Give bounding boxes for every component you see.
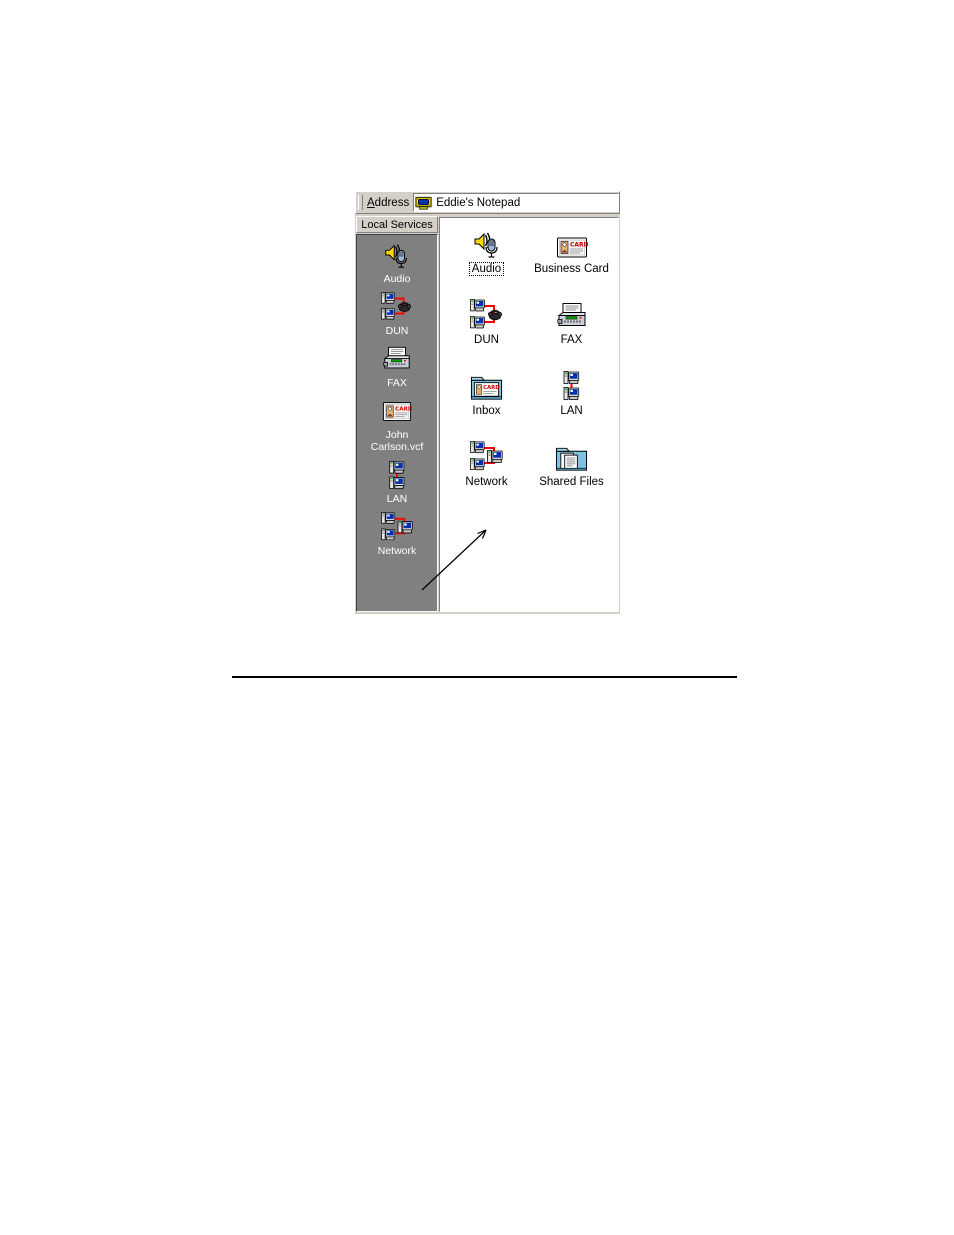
item-label-dun: DUN [474,334,499,346]
business-card-icon [382,395,412,427]
sidebar-item-label: Network [377,545,417,557]
sidebar-item-audio[interactable]: Audio [357,239,437,285]
item-label-fax: FAX [560,334,583,346]
sidebar-item-john-carlson-vcf[interactable]: John Carlson.vcf [357,395,437,453]
audio-speaker-mic-icon [382,239,412,271]
business-card-icon [556,226,588,260]
notepad-device-icon [415,196,432,210]
fax-machine-icon [556,297,588,331]
network-three-computers-icon [381,511,414,543]
dialup-networking-icon [381,291,413,323]
sidebar-item-label: Audio [383,273,411,285]
sidebar-item-label-line1: John [385,429,409,441]
dialup-networking-icon [470,297,504,331]
item-lan[interactable]: LAN [529,368,614,417]
sidebar-item-list[interactable]: Audio DUN FAX John Carlson.vcf LAN Netwo… [356,234,438,612]
fax-machine-icon [382,343,412,375]
item-shared-files[interactable]: Shared Files [529,439,614,488]
network-three-computers-icon [470,439,504,473]
item-label-network: Network [465,476,508,488]
item-label-shared-files: Shared Files [539,476,604,488]
item-label-business-card: Business Card [534,263,609,275]
address-bar[interactable]: Address Eddie's Notepad [355,191,620,214]
sidebar-item-lan[interactable]: LAN [357,459,437,505]
item-label-audio: Audio [468,262,505,276]
item-label-lan: LAN [560,405,583,417]
inbox-folder-card-icon [470,368,503,402]
address-label-rest: ddress [374,196,410,209]
explorer-window: Address Eddie's Notepad Local Services A… [355,191,620,616]
address-label: Address [367,197,409,209]
local-services-sidebar: Local Services Audio DUN FAX John Carlso… [355,214,439,614]
sidebar-item-label: DUN [385,325,409,337]
icon-grid: Audio Business Card DUN FAX Inbox LAN Ne… [440,218,618,488]
item-inbox[interactable]: Inbox [444,368,529,417]
sidebar-item-dun[interactable]: DUN [357,291,437,337]
lan-two-computers-icon [561,368,582,402]
sidebar-item-label: FAX [387,377,407,389]
footer-divider [232,676,737,678]
content-pane[interactable]: Audio Business Card DUN FAX Inbox LAN Ne… [439,217,619,612]
address-input[interactable]: Eddie's Notepad [413,193,619,212]
window-body: Local Services Audio DUN FAX John Carlso… [355,214,620,614]
item-label-inbox: Inbox [472,405,501,417]
lan-two-computers-icon [387,459,407,491]
sidebar-item-label: LAN [386,493,408,505]
sidebar-header-local-services[interactable]: Local Services [356,216,438,233]
sidebar-item-label-line2: Carlson.vcf [370,441,424,453]
audio-speaker-mic-icon [471,226,503,260]
sidebar-header-label: Local Services [361,218,433,231]
item-fax[interactable]: FAX [529,297,614,346]
address-label-accel: A [367,196,375,209]
sidebar-item-fax[interactable]: FAX [357,343,437,389]
address-value: Eddie's Notepad [436,196,521,209]
toolbar-grip[interactable] [358,195,363,210]
shared-files-folder-icon [555,439,588,473]
sidebar-item-network[interactable]: Network [357,511,437,557]
item-business-card[interactable]: Business Card [529,226,614,275]
item-network[interactable]: Network [444,439,529,488]
item-dun[interactable]: DUN [444,297,529,346]
item-audio[interactable]: Audio [444,226,529,276]
